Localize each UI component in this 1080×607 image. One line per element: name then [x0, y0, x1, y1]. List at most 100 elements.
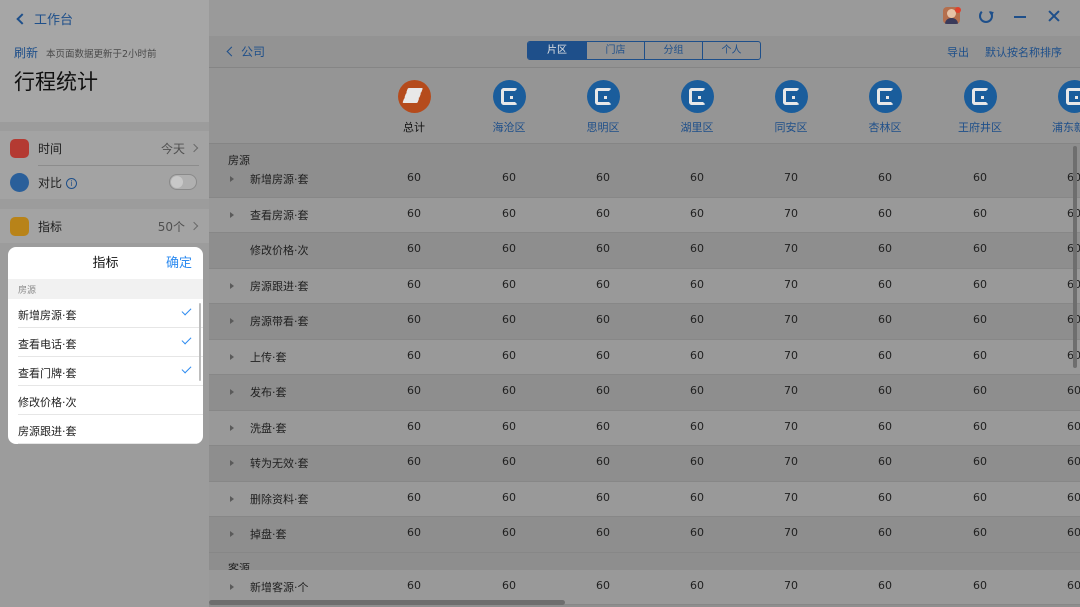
expand-triangle-icon[interactable]: [230, 531, 234, 537]
chevron-right-icon: [189, 143, 199, 153]
segment-district[interactable]: 片区: [528, 42, 586, 59]
metric-row[interactable]: 指标 50个: [0, 209, 209, 243]
table-row[interactable]: 掉盘·套 60 60 60 60 70 60 60 60: [209, 517, 1080, 553]
expand-triangle-icon[interactable]: [230, 424, 234, 431]
segment-store[interactable]: 门店: [586, 42, 644, 59]
table-row[interactable]: 洗盘·套 60 60 60 60 70 60 60 60: [209, 410, 1080, 446]
compare-label-wrap: 对比 i: [38, 174, 78, 191]
info-icon[interactable]: i: [66, 177, 78, 189]
expand-triangle-icon[interactable]: [230, 460, 234, 466]
region-column[interactable]: 思明区: [568, 80, 638, 135]
row-name: 房源跟进·套: [250, 279, 309, 293]
popover-scrollbar[interactable]: [199, 303, 201, 381]
compare-toggle[interactable]: [169, 174, 197, 190]
table-cell: 60: [878, 171, 892, 184]
table-cell: 60: [1067, 526, 1080, 539]
popover-item[interactable]: 查看电话·套: [8, 328, 203, 357]
table-cell: 70: [784, 277, 798, 291]
left-header: 工作台 刷新 本页面数据更新于2小时前 行程统计: [0, 0, 209, 122]
table-row[interactable]: 房源跟进·套6060606070606060: [209, 268, 1080, 304]
region-name: 思明区: [586, 121, 620, 134]
back-button[interactable]: 工作台: [16, 9, 73, 28]
table-row[interactable]: 转为无效·套 60 60 60 60 70 60 60 60: [209, 446, 1080, 482]
table-cell: 60: [973, 348, 987, 362]
expand-triangle-icon[interactable]: [230, 176, 234, 182]
table-cell: 60: [878, 419, 892, 433]
region-name: 王府井区: [958, 121, 1002, 134]
table-row[interactable]: 新增房源·套6060606070606060: [209, 162, 1080, 198]
expand-triangle-icon[interactable]: [230, 353, 234, 360]
table-cell: 60: [407, 578, 421, 592]
expand-triangle-icon[interactable]: [230, 389, 234, 395]
export-button[interactable]: 导出: [947, 44, 969, 60]
refresh-icon[interactable]: [979, 9, 993, 23]
expand-triangle-icon[interactable]: [230, 583, 234, 590]
popover-item[interactable]: 查看门牌·套: [8, 357, 203, 386]
table-cell: 60: [502, 526, 516, 539]
table-row[interactable]: 上传·套6060606070606060: [209, 339, 1080, 375]
expand-triangle-icon[interactable]: [230, 318, 234, 324]
table-cell: 60: [690, 277, 704, 291]
region-column[interactable]: 浦东新区: [1039, 80, 1080, 135]
popover-item-label: 修改价格·次: [18, 396, 77, 409]
toolbar: 公司 片区 门店 分组 个人 导出 默认按名称排序: [209, 36, 1080, 68]
divider: [18, 443, 203, 444]
region-column[interactable]: 海沧区: [474, 80, 544, 135]
table-cell: 60: [502, 455, 516, 468]
region-column[interactable]: 杏林区: [850, 80, 920, 135]
metric-group: 指标 50个: [0, 209, 209, 243]
row-name: 查看房源·套: [250, 208, 309, 222]
popover-item[interactable]: 修改价格·次: [8, 386, 203, 415]
region-name: 同安区: [774, 121, 808, 134]
expand-triangle-icon[interactable]: [230, 495, 234, 502]
row-name: 发布·套: [250, 386, 287, 399]
region-logo-icon: [680, 80, 714, 113]
region-column[interactable]: 湖里区: [662, 80, 732, 135]
horizontal-scrollbar[interactable]: [209, 600, 565, 605]
table-row[interactable]: 修改价格·次6060606070606060: [209, 233, 1080, 269]
table-row[interactable]: 发布·套 60 60 60 60 70 60 60 60: [209, 375, 1080, 411]
close-icon[interactable]: [1047, 9, 1061, 23]
scope-segmented-control: 片区 门店 分组 个人: [527, 41, 761, 60]
expand-triangle-icon[interactable]: [230, 282, 234, 289]
region-logo-icon: [963, 80, 997, 113]
popover-item[interactable]: 新增房源·套: [8, 299, 203, 328]
region-name: 湖里区: [680, 121, 714, 134]
sort-button[interactable]: 默认按名称排序: [985, 44, 1062, 60]
table-cell: 60: [973, 242, 987, 255]
table-row[interactable]: 删除资料·套 60 60 60 60 70 60 60 60: [209, 481, 1080, 517]
region-total[interactable]: 总计: [379, 80, 449, 135]
compare-label: 对比: [38, 175, 63, 190]
filter-group: 时间 今天 对比 i: [0, 131, 209, 199]
popover-section-header: 房源: [8, 279, 203, 299]
table-cell: 70: [784, 455, 798, 468]
region-column[interactable]: 王府井区: [945, 80, 1015, 135]
refresh-link[interactable]: 刷新: [14, 44, 38, 61]
metric-label: 指标: [38, 219, 63, 234]
table-cell: 60: [973, 419, 987, 433]
table-cell: 70: [784, 242, 798, 255]
time-row[interactable]: 时间 今天: [0, 131, 209, 165]
company-back-button[interactable]: 公司: [226, 43, 265, 60]
table-cell: 70: [784, 384, 798, 397]
table-cell: 60: [502, 348, 516, 362]
table-cell: 60: [596, 419, 610, 433]
minimize-icon[interactable]: [1014, 16, 1026, 18]
popover-item[interactable]: 房源跟进·套: [8, 415, 203, 444]
table-cell: 60: [690, 313, 704, 326]
vertical-scrollbar[interactable]: [1073, 146, 1077, 368]
table-row[interactable]: 房源带看·套6060606070606060: [209, 304, 1080, 340]
segment-person[interactable]: 个人: [702, 42, 760, 59]
region-logo-icon: [1057, 80, 1080, 113]
table-row[interactable]: 查看房源·套6060606070606060: [209, 197, 1080, 233]
table-cell: 60: [502, 313, 516, 326]
table-cell: 60: [407, 277, 421, 291]
popover-item-label: 房源跟进·套: [18, 425, 77, 438]
table-cell: 60: [690, 419, 704, 433]
segment-group[interactable]: 分组: [644, 42, 702, 59]
region-column[interactable]: 同安区: [756, 80, 826, 135]
expand-triangle-icon[interactable]: [230, 211, 234, 218]
confirm-button[interactable]: 确定: [166, 252, 192, 271]
table-cell: 60: [502, 419, 516, 433]
table-cell: 60: [407, 526, 421, 539]
